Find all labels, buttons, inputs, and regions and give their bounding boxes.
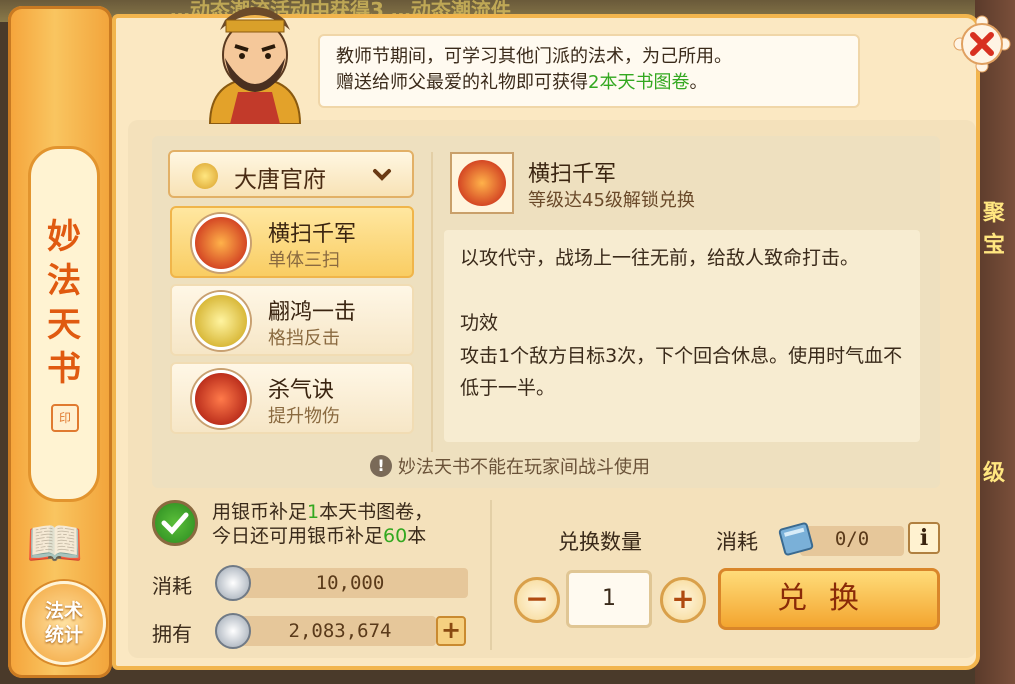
supplement-line-1: 用银币补足1本天书图卷， (212, 500, 433, 524)
speech-suffix: 。 (689, 72, 708, 93)
owned-label: 拥有 (152, 622, 192, 646)
skill-item-sweep[interactable]: 横扫千军 单体三扫 (170, 206, 414, 278)
supplement-text-d: 本 (407, 525, 427, 547)
open-book-icon: 📖 (26, 516, 84, 570)
effect-heading: 功效 (460, 312, 499, 334)
quantity-input[interactable]: 1 (566, 570, 652, 628)
cost-label: 消耗 (152, 574, 192, 598)
skill-name: 翩鸿一击 (268, 300, 357, 325)
npc-speech-bubble: 教师节期间，可学习其他门派的法术，为己所用。 赠送给师父最爱的礼物即可获得2本天… (318, 34, 860, 108)
supplement-count: 1 (307, 501, 320, 523)
silver-coin-icon (215, 565, 251, 601)
detail-unlock-text: 等级达45级解锁兑换 (528, 190, 695, 211)
skill-item-aura[interactable]: 杀气诀 提升物伤 (170, 362, 414, 434)
add-silver-button[interactable]: + (436, 616, 466, 646)
chevron-down-icon (373, 169, 391, 181)
background-text-2: 级 (983, 461, 1006, 486)
exchange-button-label: 兑换 (777, 581, 881, 616)
effect-text: 攻击1个敌方目标3次，下个回合休息。使用时气血不低于一半。 (460, 345, 903, 399)
skill-subtitle: 提升物伤 (268, 406, 340, 427)
banner-title: 妙法天书 (47, 217, 81, 389)
close-icon[interactable] (952, 14, 1012, 74)
npc-character-icon (208, 7, 302, 124)
skill-name: 横扫千军 (268, 222, 357, 247)
section-divider (431, 152, 433, 452)
silver-coin-icon (215, 613, 251, 649)
supplement-remaining: 60 (383, 525, 408, 547)
supplement-text-a: 用银币补足 (212, 501, 308, 523)
cost-value: 10,000 (315, 572, 385, 594)
blade-strike-icon (192, 292, 250, 350)
checkmark-icon (161, 512, 189, 535)
exchange-cost-label: 消耗 (716, 530, 758, 554)
supplement-text-b: 本天书图卷， (319, 501, 434, 523)
faction-emblem-icon (192, 163, 218, 189)
seal-icon: 印 (51, 404, 79, 432)
scroll-cost-value: 0/0 (834, 528, 870, 550)
faction-label: 大唐官府 (234, 167, 326, 193)
banner-plaque: 妙法天书 印 (28, 146, 100, 502)
spell-stats-label: 法术统计 (44, 600, 83, 646)
exchange-button[interactable]: 兑换 (718, 568, 940, 630)
speech-highlight: 2本天书图卷 (588, 72, 690, 93)
speech-line-1: 教师节期间，可学习其他门派的法术，为己所用。 (336, 46, 732, 67)
skill-subtitle: 单体三扫 (268, 250, 340, 271)
warning-icon: ! (370, 455, 392, 477)
sword-sweep-icon (192, 214, 250, 272)
owned-value: 2,083,674 (288, 620, 392, 642)
skill-detail-icon (450, 152, 514, 214)
killing-aura-icon (192, 370, 250, 428)
exchange-quantity-label: 兑换数量 (558, 530, 642, 554)
notice-text: 妙法天书不能在玩家间战斗使用 (398, 457, 650, 478)
notice-bar: ! 妙法天书不能在玩家间战斗使用 (370, 450, 650, 482)
supplement-text: 用银币补足1本天书图卷， 今日还可用银币补足60本 (212, 500, 433, 548)
silver-supplement-checkbox[interactable] (152, 500, 198, 546)
background-text-1: 聚宝 (983, 201, 1006, 258)
skill-subtitle: 格挡反击 (268, 328, 340, 349)
detail-description: 以攻代守，战场上一往无前，给敌人致命打击。 (460, 247, 860, 269)
skill-name: 杀气诀 (268, 378, 335, 403)
skill-item-strike[interactable]: 翩鸿一击 格挡反击 (170, 284, 414, 356)
speech-text: 赠送给师父最爱的礼物即可获得 (336, 72, 588, 93)
side-banner: 妙法天书 印 📖 法术统计 (8, 6, 112, 678)
spell-stats-button[interactable]: 法术统计 (22, 581, 106, 665)
decrease-quantity-button[interactable]: − (514, 577, 560, 623)
background-right-strip: 聚宝 级 (975, 0, 1015, 684)
info-button[interactable]: i (908, 522, 940, 554)
increase-quantity-button[interactable]: + (660, 577, 706, 623)
bottom-divider (490, 500, 492, 650)
speech-line-2: 赠送给师父最爱的礼物即可获得2本天书图卷。 (336, 70, 842, 96)
faction-dropdown[interactable]: 大唐官府 (168, 150, 414, 198)
supplement-text-c: 今日还可用银币补足 (212, 525, 384, 547)
supplement-line-2: 今日还可用银币补足60本 (212, 524, 433, 548)
detail-skill-name: 横扫千军 (528, 162, 617, 187)
